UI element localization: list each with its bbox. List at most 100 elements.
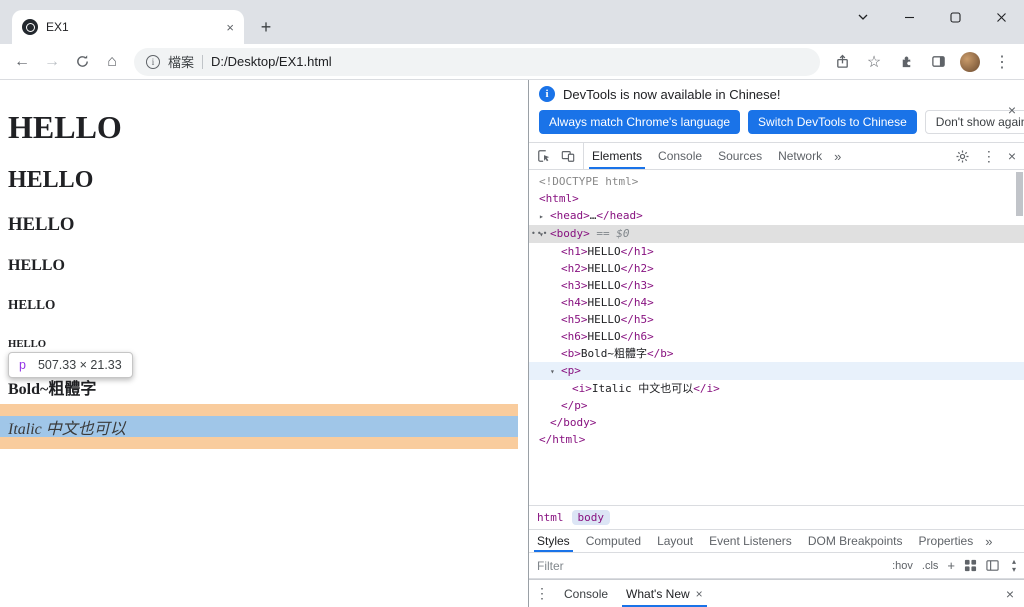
- bookmark-star-icon[interactable]: ☆: [860, 48, 888, 76]
- drawer-tab-console[interactable]: Console: [555, 580, 617, 607]
- drawer-close-icon[interactable]: ×: [996, 580, 1024, 607]
- expand-arrow-icon[interactable]: ▾: [550, 363, 561, 380]
- tab-sources[interactable]: Sources: [710, 143, 770, 169]
- tree-row[interactable]: <h6>HELLO</h6>: [529, 328, 1024, 345]
- pseudo-state-toggle[interactable]: :hov: [892, 560, 913, 572]
- more-sidebar-tabs-icon[interactable]: »: [981, 530, 996, 552]
- tab-elements[interactable]: Elements: [584, 143, 650, 169]
- tab-event-listeners[interactable]: Event Listeners: [701, 530, 800, 552]
- tab-search-chevron-icon[interactable]: [840, 0, 886, 34]
- tab-layout[interactable]: Layout: [649, 530, 701, 552]
- extensions-puzzle-icon[interactable]: [892, 48, 920, 76]
- close-icon[interactable]: ×: [1006, 586, 1014, 602]
- tree-row[interactable]: <html>: [529, 190, 1024, 207]
- drawer-menu-icon[interactable]: ⋮: [529, 580, 555, 607]
- tab-properties[interactable]: Properties: [911, 530, 982, 552]
- maximize-button[interactable]: [932, 0, 978, 34]
- code-token: <i>: [572, 382, 592, 395]
- styles-filter-input[interactable]: [537, 558, 687, 573]
- url-scheme-label: 檔案: [168, 55, 195, 70]
- page-heading-h3: HELLO: [8, 214, 75, 235]
- inspect-element-icon[interactable]: [537, 149, 551, 163]
- reload-button[interactable]: [68, 48, 96, 76]
- back-button[interactable]: ←: [8, 48, 36, 76]
- class-toggle[interactable]: .cls: [922, 560, 939, 572]
- address-bar[interactable]: i 檔案 D:/Desktop/EX1.html: [134, 47, 820, 76]
- tree-row[interactable]: <h3>HELLO</h3>: [529, 277, 1024, 294]
- devtools-close-icon[interactable]: ×: [1008, 148, 1016, 164]
- browser-toolbar: ← → ⌂ i 檔案 D:/Desktop/EX1.html ☆ ⋮: [0, 44, 1024, 80]
- gutter-dots-icon: •••: [531, 229, 549, 238]
- tree-row[interactable]: <b>Bold~粗體字</b>: [529, 345, 1024, 362]
- tree-row[interactable]: ▸ <head>…</head>: [529, 207, 1024, 225]
- banner-message: DevTools is now available in Chinese!: [563, 86, 781, 102]
- forward-button[interactable]: →: [38, 48, 66, 76]
- styles-scrollbar[interactable]: ▴ ▾: [1012, 557, 1016, 574]
- code-token: HELLO: [587, 262, 621, 275]
- banner-buttons: Always match Chrome's language Switch De…: [539, 110, 1024, 134]
- code-token: </h1>: [620, 245, 654, 258]
- styles-filter-controls: :hov .cls + ▴ ▾: [892, 557, 1016, 574]
- page-heading-h2: HELLO: [8, 167, 94, 193]
- more-tabs-icon[interactable]: »: [830, 143, 845, 169]
- whats-new-close-icon[interactable]: ×: [696, 587, 703, 601]
- breadcrumb-html[interactable]: html: [537, 511, 564, 524]
- new-tab-button[interactable]: +: [252, 13, 280, 41]
- share-icon[interactable]: [828, 48, 856, 76]
- minimize-button[interactable]: [886, 0, 932, 34]
- page-info-icon[interactable]: i: [146, 54, 160, 69]
- tab-dom-breakpoints[interactable]: DOM Breakpoints: [800, 530, 911, 552]
- tree-row[interactable]: <h2>HELLO</h2>: [529, 260, 1024, 277]
- expand-arrow-icon[interactable]: ▸: [539, 208, 550, 225]
- tree-row[interactable]: <h5>HELLO</h5>: [529, 311, 1024, 328]
- breadcrumb-body[interactable]: body: [571, 510, 610, 525]
- tab-network[interactable]: Network: [770, 143, 830, 169]
- code-token: </h6>: [620, 330, 654, 343]
- tab-close-icon[interactable]: ×: [226, 20, 234, 35]
- tree-row[interactable]: </body>: [529, 414, 1024, 431]
- tab-favicon-icon: [22, 19, 38, 35]
- tree-row[interactable]: </p>: [529, 397, 1024, 414]
- highlight-content: Italic 中文也可以: [0, 416, 518, 438]
- new-style-rule-button[interactable]: +: [947, 558, 955, 573]
- code-token: HELLO: [587, 245, 621, 258]
- drawer-tab-whats-new[interactable]: What's New ×: [617, 580, 712, 607]
- page-heading-h4: HELLO: [8, 257, 65, 274]
- tree-row[interactable]: ▾ <p>: [529, 362, 1024, 380]
- tree-row[interactable]: </html>: [529, 431, 1024, 448]
- devtools-menu-icon[interactable]: ⋮: [982, 148, 996, 165]
- rendering-options-icon[interactable]: [964, 559, 977, 572]
- tab-strip: EX1 × +: [0, 0, 1024, 44]
- url-divider: [202, 54, 204, 69]
- tree-row[interactable]: <!DOCTYPE html>: [529, 173, 1024, 190]
- settings-gear-icon[interactable]: [955, 149, 970, 164]
- toolbar-right: ☆ ⋮: [828, 48, 1016, 76]
- tree-row[interactable]: ••• ▾ <body> == $0: [529, 225, 1024, 243]
- tree-row[interactable]: <i>Italic 中文也可以</i>: [529, 380, 1024, 397]
- code-token: HELLO: [587, 330, 621, 343]
- code-token: <html>: [539, 192, 579, 205]
- close-window-button[interactable]: [978, 0, 1024, 34]
- switch-devtools-chinese-button[interactable]: Switch DevTools to Chinese: [748, 110, 917, 134]
- elements-scrollbar[interactable]: [1016, 172, 1023, 216]
- side-panel-icon[interactable]: [924, 48, 952, 76]
- tab-console[interactable]: Console: [650, 143, 710, 169]
- profile-avatar[interactable]: [956, 48, 984, 76]
- devtools-language-banner: i DevTools is now available in Chinese! …: [529, 80, 1024, 143]
- tree-row[interactable]: <h1>HELLO</h1>: [529, 243, 1024, 260]
- banner-close-icon[interactable]: ×: [1008, 102, 1016, 118]
- tree-row[interactable]: <h4>HELLO</h4>: [529, 294, 1024, 311]
- browser-tab[interactable]: EX1 ×: [12, 10, 244, 44]
- computed-sidebar-toggle-icon[interactable]: [986, 559, 999, 572]
- code-token: </h3>: [620, 279, 654, 292]
- devtools-tool-icons: [529, 143, 584, 169]
- browser-menu-icon[interactable]: ⋮: [988, 48, 1016, 76]
- always-match-language-button[interactable]: Always match Chrome's language: [539, 110, 741, 134]
- element-size-tooltip: p 507.33 × 21.33: [8, 352, 133, 378]
- tab-styles[interactable]: Styles: [529, 530, 578, 552]
- device-toolbar-icon[interactable]: [561, 149, 575, 163]
- code-token: <body>: [550, 227, 590, 240]
- code-token: <b>: [561, 347, 581, 360]
- home-button[interactable]: ⌂: [98, 48, 126, 76]
- tab-computed[interactable]: Computed: [578, 530, 649, 552]
